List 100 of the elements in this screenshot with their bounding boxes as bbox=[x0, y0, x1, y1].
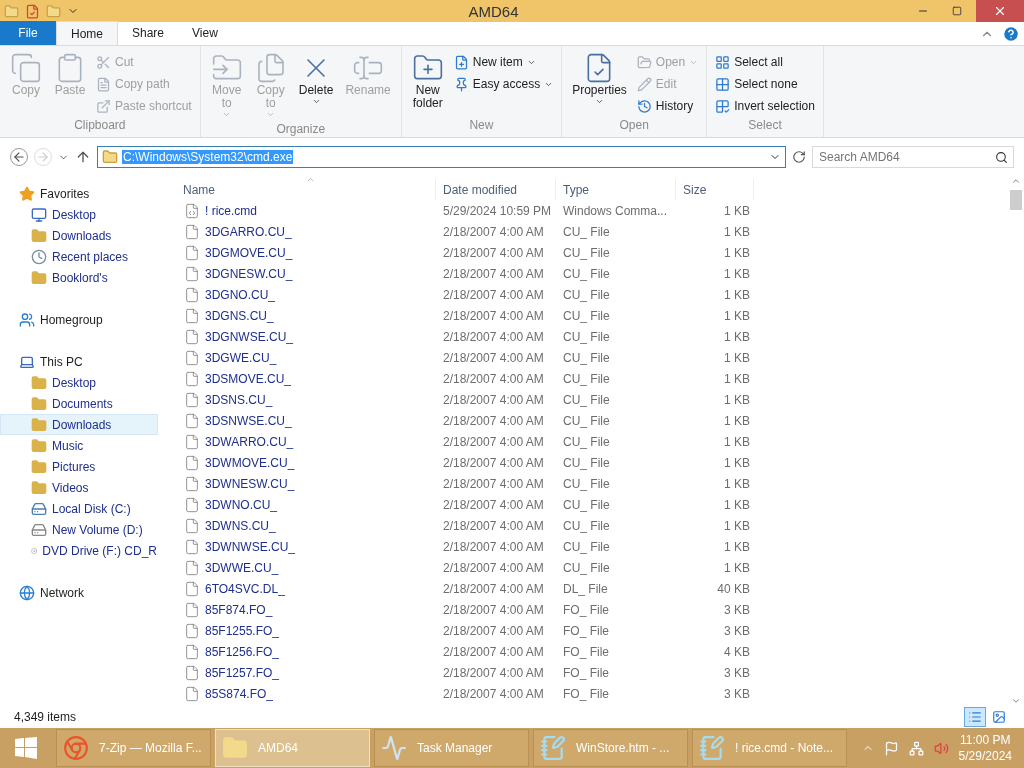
ribbon-tab[interactable]: Share bbox=[118, 21, 179, 45]
nav-item[interactable]: Recent places bbox=[0, 246, 158, 267]
scroll-thumb[interactable] bbox=[1010, 190, 1022, 210]
file-name[interactable]: 3DWARRO.CU_ bbox=[176, 431, 436, 452]
file-icon bbox=[184, 643, 200, 660]
file-name[interactable]: 3DSNWSE.CU_ bbox=[176, 410, 436, 431]
ribbon-button[interactable]: Select none bbox=[713, 74, 817, 94]
ribbon-button[interactable]: Invert selection bbox=[713, 96, 817, 116]
file-name[interactable]: 3DWMOVE.CU_ bbox=[176, 452, 436, 473]
nav-icon bbox=[31, 479, 47, 496]
table-cell-text: FO_ File bbox=[562, 685, 610, 703]
file-icon bbox=[184, 496, 200, 513]
file-name[interactable]: 85F874.FO_ bbox=[176, 599, 436, 620]
file-name[interactable]: 3DGMOVE.CU_ bbox=[176, 242, 436, 263]
pulse-icon bbox=[381, 735, 407, 761]
table-cell-text: CU_ File bbox=[562, 475, 611, 493]
ribbon-tab[interactable]: File bbox=[0, 21, 56, 45]
table-cell-text: CU_ File bbox=[562, 286, 611, 304]
nav-item[interactable]: Downloads bbox=[0, 225, 158, 246]
table-cell-text: 2/18/2007 4:00 AM bbox=[442, 244, 545, 262]
close-button[interactable] bbox=[976, 0, 1024, 22]
file-name[interactable]: 85F1257.FO_ bbox=[176, 662, 436, 683]
scroll-up-icon[interactable] bbox=[1011, 176, 1021, 186]
table-cell-text: 1 KB bbox=[723, 454, 751, 472]
ribbon-button[interactable]: Select all bbox=[713, 52, 817, 72]
ribbon-icon bbox=[453, 76, 469, 92]
file-name[interactable]: 3DGNS.CU_ bbox=[176, 305, 436, 326]
file-icon bbox=[184, 664, 200, 681]
details-view-button[interactable] bbox=[964, 707, 986, 727]
help-icon[interactable] bbox=[1002, 24, 1020, 43]
nav-item[interactable]: Homegroup bbox=[0, 309, 158, 330]
file-name[interactable]: 3DWNO.CU_ bbox=[176, 494, 436, 515]
table-cell-text: 3 KB bbox=[723, 685, 751, 703]
table-cell-text: 1 KB bbox=[723, 412, 751, 430]
table-cell-text: 1 KB bbox=[723, 517, 751, 535]
restore-icon bbox=[952, 6, 962, 16]
refresh-button[interactable] bbox=[792, 150, 806, 164]
nav-item[interactable]: Booklord's bbox=[0, 267, 158, 288]
search-icon bbox=[995, 151, 1008, 164]
properties-icon[interactable] bbox=[25, 3, 40, 19]
file-name[interactable]: 85F1256.FO_ bbox=[176, 641, 436, 662]
speaker-icon[interactable] bbox=[933, 740, 949, 756]
nav-item[interactable]: Documents bbox=[0, 393, 158, 414]
file-name[interactable]: 3DGNWSE.CU_ bbox=[176, 326, 436, 347]
file-name[interactable]: 3DGNESW.CU_ bbox=[176, 263, 436, 284]
file-name[interactable]: 85F1255.FO_ bbox=[176, 620, 436, 641]
table-cell-text: 2/18/2007 4:00 AM bbox=[442, 685, 545, 703]
file-name[interactable]: 3DWNWSE.CU_ bbox=[176, 536, 436, 557]
network-icon[interactable] bbox=[908, 740, 924, 756]
file-name[interactable]: 3DWNESW.CU_ bbox=[176, 473, 436, 494]
ribbon-button[interactable]: Easy access bbox=[451, 74, 556, 94]
file-name[interactable]: 3DGWE.CU_ bbox=[176, 347, 436, 368]
nav-item[interactable]: Music bbox=[0, 435, 158, 456]
file-name[interactable]: 3DGNO.CU_ bbox=[176, 284, 436, 305]
file-name[interactable]: 85S874.FO_ bbox=[176, 683, 436, 704]
nav-item[interactable]: Pictures bbox=[0, 456, 158, 477]
column-header[interactable]: Date modified bbox=[436, 179, 556, 200]
column-header[interactable]: Type bbox=[556, 179, 676, 200]
search-field[interactable]: Search AMD64 bbox=[812, 146, 1014, 168]
file-name[interactable]: 3DSNS.CU_ bbox=[176, 389, 436, 410]
nav-item[interactable]: Downloads bbox=[0, 414, 158, 435]
file-name[interactable]: 3DWNS.CU_ bbox=[176, 515, 436, 536]
file-name[interactable]: ! rice.cmd bbox=[176, 200, 436, 221]
nav-icon bbox=[19, 311, 35, 328]
scroll-down-icon[interactable] bbox=[1011, 696, 1021, 706]
ribbon-button[interactable]: History bbox=[634, 96, 701, 116]
nav-item[interactable]: Network bbox=[0, 582, 158, 603]
ribbon-tab[interactable]: View bbox=[178, 21, 232, 45]
nav-item[interactable]: Favorites bbox=[0, 183, 158, 204]
up-button[interactable] bbox=[75, 149, 91, 165]
ribbon-tab[interactable]: Home bbox=[56, 21, 118, 45]
ribbon-button[interactable]: New folder bbox=[407, 50, 448, 117]
ribbon-button[interactable]: Properties bbox=[568, 50, 631, 117]
column-header[interactable]: Name bbox=[176, 179, 436, 200]
nav-item[interactable]: Desktop bbox=[0, 204, 158, 225]
nav-item[interactable]: This PC bbox=[0, 351, 158, 372]
new-folder-icon[interactable] bbox=[46, 3, 61, 19]
file-name[interactable]: 6TO4SVC.DL_ bbox=[176, 578, 436, 599]
file-name[interactable]: 3DWWE.CU_ bbox=[176, 557, 436, 578]
nav-item[interactable]: Desktop bbox=[0, 372, 158, 393]
item-count: 4,349 items bbox=[14, 710, 77, 724]
folder-icon bbox=[102, 149, 118, 165]
ribbon-button[interactable]: Delete bbox=[294, 50, 338, 121]
nav-item[interactable]: Local Disk (C:) bbox=[0, 498, 158, 519]
table-cell-text: 1 KB bbox=[723, 433, 751, 451]
column-header[interactable]: Size bbox=[676, 179, 754, 200]
nav-item[interactable]: Videos bbox=[0, 477, 158, 498]
close-icon bbox=[993, 4, 1007, 18]
table-cell-text: 1 KB bbox=[723, 349, 751, 367]
nav-item[interactable]: New Volume (D:) bbox=[0, 519, 158, 540]
nav-item[interactable]: DVD Drive (F:) CD_R bbox=[0, 540, 158, 561]
file-icon bbox=[184, 286, 200, 303]
group-label: Organize bbox=[275, 121, 327, 137]
file-icon bbox=[184, 223, 200, 240]
table-cell-text: 2/18/2007 4:00 AM bbox=[442, 559, 545, 577]
file-name[interactable]: 3DSMOVE.CU_ bbox=[176, 368, 436, 389]
flag-icon[interactable] bbox=[883, 740, 899, 756]
table-cell-text: FO_ File bbox=[562, 643, 610, 661]
ribbon-button[interactable]: New item bbox=[451, 52, 556, 72]
file-name[interactable]: 3DGARRO.CU_ bbox=[176, 221, 436, 242]
